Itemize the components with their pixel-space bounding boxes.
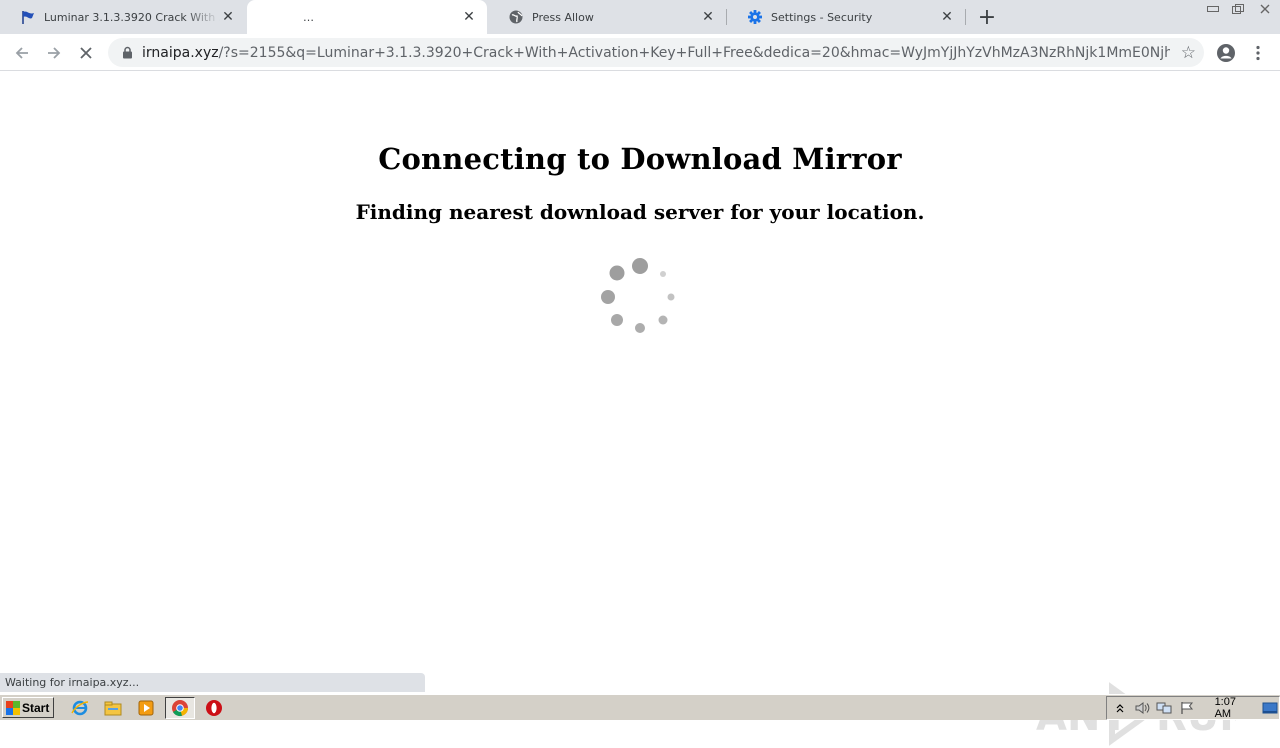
new-tab-button[interactable]: + [976,5,998,30]
page-content: Connecting to Download Mirror Finding ne… [0,72,1280,746]
action-center-flag-icon[interactable] [1178,700,1195,716]
url-path: /?s=2155&q=Luminar+3.1.3.3920+Crack+With… [218,44,1170,61]
network-icon[interactable] [1156,700,1173,716]
close-icon[interactable]: ✕ [461,9,477,25]
start-label: Start [22,700,50,715]
restore-icon[interactable] [1225,0,1250,18]
back-button[interactable] [9,40,35,66]
taskbar-opera[interactable] [202,697,226,719]
media-player-icon [138,700,154,716]
url-text[interactable]: irnaipa.xyz/?s=2155&q=Luminar+3.1.3.3920… [142,45,1170,61]
tab-separator [965,9,966,25]
tab-settings-security[interactable]: Settings - Security ✕ [727,0,965,34]
internet-explorer-icon [71,700,89,716]
profile-button[interactable] [1213,40,1239,66]
arrow-right-icon [48,47,61,59]
tab-title: Press Allow [532,10,594,24]
taskbar-clock[interactable]: 1:07 AM [1215,696,1254,720]
account-icon [1217,44,1235,62]
loading-spinner-icon [601,258,675,333]
folder-icon [104,701,122,716]
close-icon[interactable]: ✕ [939,9,955,25]
page-subtitle: Finding nearest download server for your… [355,200,925,224]
taskbar-media-player[interactable] [134,697,158,719]
window-controls [1200,0,1280,18]
browser-toolbar: irnaipa.xyz/?s=2155&q=Luminar+3.1.3.3920… [0,34,1280,71]
arrow-left-icon [15,47,28,59]
globe-icon [508,9,524,25]
windows-taskbar: Start 1:07 AM [0,694,1280,720]
star-icon[interactable]: ☆ [1181,43,1196,63]
volume-icon[interactable] [1133,700,1150,716]
windows-logo-icon [6,700,20,715]
show-desktop-icon[interactable] [1262,700,1279,716]
lock-icon[interactable] [120,46,134,60]
taskbar-file-explorer[interactable] [101,697,125,719]
taskbar-chrome[interactable] [165,697,195,719]
loading-favicon [267,9,283,25]
gear-icon [747,9,763,25]
kebab-menu-icon [1256,45,1260,61]
opera-icon [206,700,222,716]
chrome-icon [172,700,189,717]
minimize-icon[interactable] [1200,0,1225,18]
system-tray: 1:07 AM [1106,696,1280,720]
address-bar[interactable]: irnaipa.xyz/?s=2155&q=Luminar+3.1.3.3920… [108,38,1204,67]
close-window-icon[interactable] [1250,0,1280,18]
tray-expand-icon[interactable] [1111,700,1128,716]
close-icon[interactable]: ✕ [220,9,236,25]
tab-title: Luminar 3.1.3.3920 Crack With Activ [44,10,220,24]
tab-title: Settings - Security [771,10,873,24]
close-icon[interactable]: ✕ [700,9,716,25]
tab-title: … [303,10,314,24]
status-bar: Waiting for irnaipa.xyz... [0,673,425,692]
page-title: Connecting to Download Mirror [378,142,902,176]
tab-luminar[interactable]: Luminar 3.1.3.3920 Crack With Activ ✕ [0,0,246,34]
forward-button[interactable] [41,40,67,66]
stop-loading-button[interactable] [73,40,99,66]
tab-loading[interactable]: … ✕ [247,0,487,34]
tab-press-allow[interactable]: Press Allow ✕ [488,0,726,34]
close-icon [80,47,92,59]
menu-button[interactable] [1245,40,1271,66]
url-host: irnaipa.xyz [142,44,219,61]
tab-strip: Luminar 3.1.3.3920 Crack With Activ ✕ … … [0,0,1280,34]
taskbar-internet-explorer[interactable] [68,697,92,719]
flag-icon [20,9,36,25]
start-button[interactable]: Start [2,697,54,718]
